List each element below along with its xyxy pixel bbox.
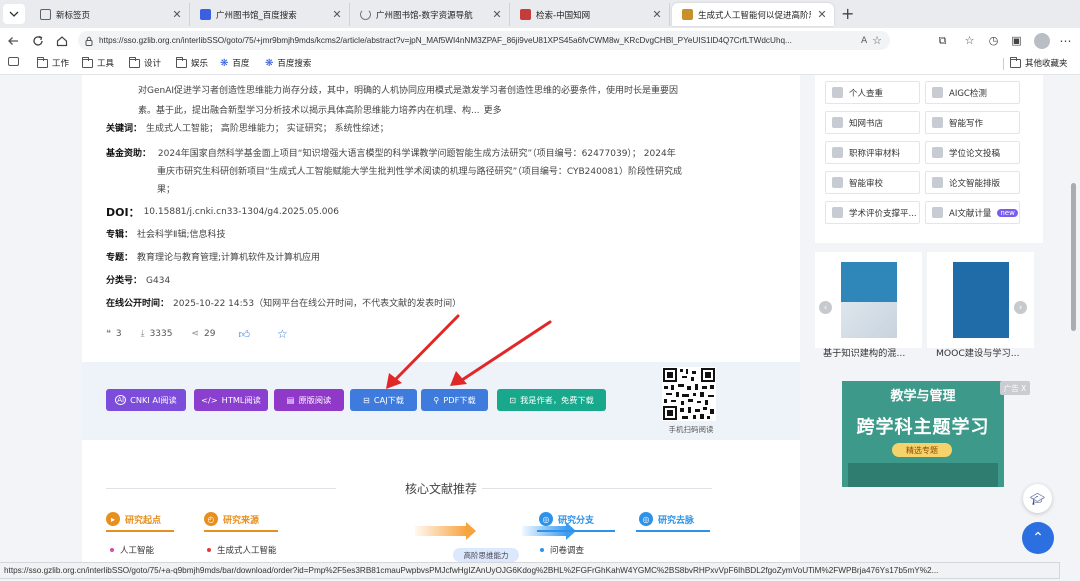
red-arrow-pdf [460, 320, 552, 382]
home-icon [56, 35, 67, 46]
back-arrow-icon [7, 36, 18, 45]
status-bar-url: https://sso.gzlib.org.cn/interlibSSO/got… [0, 562, 1060, 579]
collections-icon: ▣ [1011, 34, 1022, 47]
navigation-bar: https://sso.gzlib.org.cn/interlibSSO/got… [0, 28, 1080, 53]
refresh-icon [32, 35, 43, 46]
tab-new-tab[interactable]: 新标签页 ✕ [30, 3, 190, 26]
annotation-arrows [386, 314, 552, 389]
bookmark-label: 工具 [97, 59, 115, 69]
bookmark-label: 工作 [52, 59, 70, 69]
new-tab-button[interactable]: + [841, 4, 854, 23]
tab-list-button[interactable] [3, 4, 25, 24]
folder-icon [129, 56, 140, 68]
refresh-button[interactable] [29, 32, 46, 49]
folder-icon [1010, 56, 1021, 68]
profile-avatar[interactable] [1034, 33, 1050, 49]
more-icon: ⋯ [1059, 33, 1072, 48]
close-tab-icon[interactable]: ✕ [331, 8, 343, 21]
close-tab-icon[interactable]: ✕ [816, 8, 828, 21]
bookmark-folder-work[interactable]: 工作 [37, 56, 70, 69]
tab-strip: 新标签页 ✕ 广州图书馆_百度搜索 ✕ 广州图书馆-数字资源导航 ✕ 检索-中国… [0, 0, 1080, 28]
red-arrow-caj [393, 314, 460, 382]
other-bookmarks[interactable]: 其他收藏夹 [1010, 56, 1068, 69]
bookmark-baidu[interactable]: ❋ 百度 [220, 57, 250, 70]
translate-icon[interactable]: A [861, 36, 867, 46]
history-icon: ◷ [988, 34, 999, 47]
close-tab-icon[interactable]: ✕ [491, 8, 503, 21]
back-button[interactable] [4, 32, 21, 49]
loading-icon [360, 9, 371, 20]
article-icon [682, 9, 693, 20]
url-text: https://sso.gzlib.org.cn/interlibSSO/got… [99, 36, 792, 45]
bookmark-folder-fun[interactable]: 娱乐 [176, 56, 209, 69]
bookmark-label: 其他收藏夹 [1025, 59, 1068, 69]
tab-title: 广州图书馆_百度搜索 [216, 10, 297, 21]
tab-cnki-search[interactable]: 检索-中国知网 ✕ [510, 3, 670, 26]
history-button[interactable]: ◷ [985, 32, 1002, 49]
close-tab-icon[interactable]: ✕ [651, 8, 663, 21]
baidu-paw-icon: ❋ [265, 57, 274, 69]
chevron-down-icon [9, 11, 19, 17]
tab-title: 新标签页 [56, 10, 91, 21]
collections-button[interactable]: ▣ [1008, 32, 1025, 49]
bookmark-label: 百度 [232, 59, 250, 69]
bookmarks-bar: 工作 工具 设计 娱乐 ❋ 百度 ❋ 百度搜索 其他收藏夹 [0, 53, 1080, 75]
extensions-button[interactable]: ⧉ [934, 32, 951, 49]
extension-icon: ⧉ [938, 33, 947, 47]
address-bar[interactable]: https://sso.gzlib.org.cn/interlibSSO/got… [78, 31, 890, 50]
bookmarks-toggle[interactable] [8, 57, 19, 66]
tab-title: 广州图书馆-数字资源导航 [376, 10, 473, 21]
tab-title: 生成式人工智能何以促进高阶思维 [698, 10, 811, 21]
close-tab-icon[interactable]: ✕ [171, 8, 183, 21]
menu-button[interactable]: ⋯ [1057, 32, 1074, 49]
page-content: 对GenAI促进学习者创造性思维能力尚存分歧，其中，明确的人机协同应用模式是激发… [0, 75, 1080, 562]
tab-library-nav[interactable]: 广州图书馆-数字资源导航 ✕ [350, 3, 510, 26]
bookmark-bar-icon [8, 57, 19, 66]
new-tab-icon [40, 9, 51, 20]
bookmark-folder-tools[interactable]: 工具 [82, 56, 115, 69]
baidu-paw-icon: ❋ [220, 57, 229, 69]
lock-icon [85, 36, 93, 46]
cnki-icon [520, 9, 531, 20]
home-button[interactable] [53, 32, 70, 49]
tab-title: 检索-中国知网 [536, 10, 591, 21]
bookmark-label: 设计 [144, 59, 162, 69]
folder-icon [37, 56, 48, 68]
baidu-icon [200, 9, 211, 20]
favorites-button[interactable]: ☆ [961, 32, 978, 49]
bookmark-baidu-search[interactable]: ❋ 百度搜索 [265, 57, 312, 70]
tab-article[interactable]: 生成式人工智能何以促进高阶思维 ✕ [672, 3, 834, 26]
folder-icon [82, 56, 93, 68]
folder-icon [176, 56, 187, 68]
tab-baidu-search[interactable]: 广州图书馆_百度搜索 ✕ [190, 3, 350, 26]
bookmark-folder-design[interactable]: 设计 [129, 56, 162, 69]
favorite-star-icon[interactable]: ☆ [872, 34, 882, 47]
bookmark-label: 娱乐 [191, 59, 209, 69]
bookmark-separator [1003, 58, 1004, 70]
bookmark-label: 百度搜索 [277, 59, 312, 69]
favorites-icon: ☆ [964, 34, 975, 47]
